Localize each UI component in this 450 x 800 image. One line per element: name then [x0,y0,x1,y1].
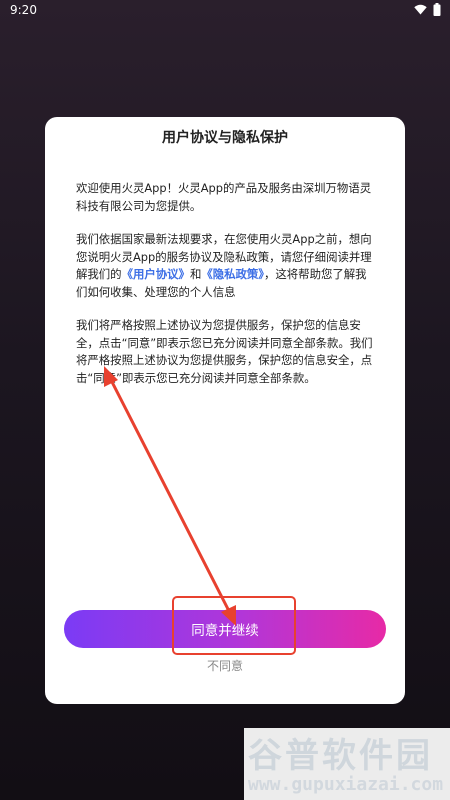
annotation-highlight-box [172,596,296,655]
annotation-arrow [104,366,236,626]
watermark-logo: 谷普软件园 [248,736,433,776]
watermark-url: www.gupuxiazai.com [248,774,444,795]
watermark: 谷普软件园 www.gupuxiazai.com [244,728,450,800]
